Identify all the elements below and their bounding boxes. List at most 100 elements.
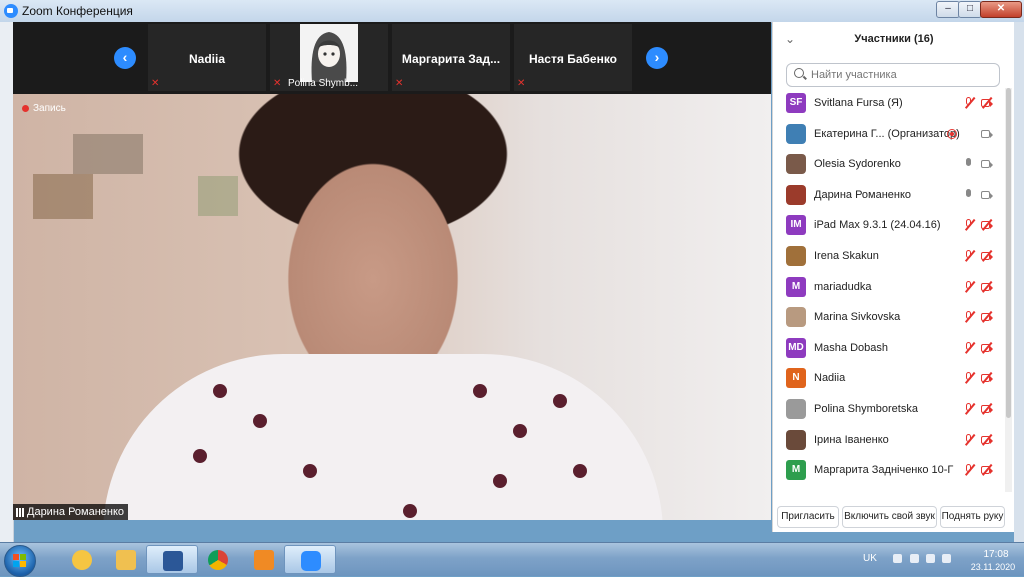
participant-row[interactable]: SF Svitlana Fursa (Я) [773, 88, 1005, 118]
video-off-icon[interactable] [981, 464, 994, 476]
muted-mic-icon[interactable] [964, 280, 976, 293]
participant-row[interactable]: Ірина Іваненко [773, 425, 1005, 455]
gallery-thumb[interactable]: Nadiia ✕ [148, 24, 266, 91]
close-button[interactable]: ✕ [980, 1, 1022, 18]
language-indicator[interactable]: UK [863, 553, 877, 564]
video-off-icon[interactable] [981, 433, 994, 446]
recording-indicator: Запись [22, 103, 66, 114]
muted-mic-icon[interactable] [964, 402, 976, 415]
recording-icon [947, 128, 957, 139]
invite-button[interactable]: Пригласить [777, 506, 839, 528]
taskbar-explorer[interactable] [100, 545, 152, 574]
gallery-thumb[interactable]: Настя Бабенко ✕ [514, 24, 632, 91]
eye-app-icon [72, 550, 92, 570]
participant-name: Marina Sivkovska [814, 311, 901, 324]
window-titlebar: Zoom Конференция – □ ✕ [0, 0, 1024, 23]
tray-volume-icon[interactable] [942, 554, 951, 563]
video-off-icon[interactable] [981, 96, 994, 109]
search-icon [794, 68, 804, 78]
participant-row[interactable]: M Маргарита Задніченко 10-Г [773, 455, 1005, 485]
muted-mic-icon[interactable] [964, 249, 976, 262]
participant-avatar [786, 184, 806, 205]
tray-network-icon[interactable] [910, 554, 919, 563]
video-icon[interactable] [981, 158, 994, 170]
participant-avatar [786, 154, 806, 175]
participant-avatar: IM [786, 215, 806, 236]
word-icon [163, 551, 183, 571]
tray-flag-icon[interactable] [926, 554, 935, 563]
muted-mic-icon: ✕ [395, 78, 404, 89]
start-button[interactable] [4, 545, 36, 577]
wall-picture [33, 174, 93, 219]
participant-search[interactable] [786, 63, 1000, 87]
person-shirt [103, 354, 663, 520]
participant-row[interactable]: Polina Shymboretska [773, 394, 1005, 424]
participant-name: Polina Shymboretska [814, 403, 918, 415]
participant-name: iPad Max 9.3.1 (24.04.16) [814, 219, 941, 232]
window-title: Zoom Конференция [22, 4, 133, 18]
video-off-icon[interactable] [981, 249, 994, 262]
tray-show-hidden-icon[interactable] [893, 554, 902, 563]
clock-date[interactable]: 23.11.2020 [968, 562, 1018, 572]
taskbar-media-player[interactable] [238, 545, 290, 574]
chrome-icon [208, 550, 228, 570]
muted-mic-icon[interactable] [964, 219, 976, 231]
participant-avatar [786, 399, 806, 419]
video-icon[interactable] [981, 189, 994, 201]
participant-avatar: MD [786, 337, 806, 358]
search-input[interactable] [809, 65, 998, 85]
participant-name: Masha Dobash [814, 341, 888, 354]
gallery-thumb[interactable]: Маргарита Зад... ✕ [392, 24, 510, 91]
gallery-strip: ‹ Nadiia ✕ ✕ Polina Shymb... Маргарита З… [13, 22, 771, 94]
maximize-button[interactable]: □ [958, 1, 982, 18]
participant-name: Дарина Романенко [814, 188, 912, 201]
mic-icon[interactable] [964, 188, 974, 201]
clock-time[interactable]: 17:08 [976, 549, 1016, 560]
muted-mic-icon[interactable] [964, 464, 976, 476]
muted-mic-icon[interactable] [964, 372, 976, 384]
participant-avatar [786, 123, 806, 144]
mic-icon[interactable] [964, 158, 974, 170]
participant-avatar [786, 307, 806, 328]
participant-avatar: N [786, 368, 806, 389]
muted-mic-icon[interactable] [964, 433, 976, 446]
participant-row[interactable]: Marina Sivkovska [773, 302, 1005, 332]
muted-mic-icon[interactable] [964, 341, 976, 354]
taskbar: UK 17:08 23.11.2020 [0, 542, 1024, 577]
participants-title: Участники (16) [854, 33, 934, 45]
participant-row[interactable]: Дарина Романенко [773, 180, 1005, 210]
participant-row[interactable]: IM iPad Max 9.3.1 (24.04.16) [773, 210, 1005, 240]
participant-row[interactable]: Olesia Sydorenko [773, 149, 1005, 179]
speaker-name-label: Дарина Романенко [13, 504, 129, 520]
gallery-thumb[interactable]: ✕ Polina Shymb... [270, 23, 388, 91]
participant-name: Nadiia [814, 372, 846, 385]
participant-row[interactable]: Mmariadudka [773, 272, 1005, 302]
raise-hand-button[interactable]: Поднять руку [940, 506, 1005, 528]
video-off-icon[interactable] [981, 280, 994, 293]
gallery-next-button[interactable]: › [646, 47, 668, 69]
participant-row[interactable]: Екатерина Г... (Организатор) [773, 119, 1005, 149]
video-off-icon[interactable] [981, 219, 994, 231]
taskbar-zoom[interactable] [284, 545, 336, 574]
video-off-icon[interactable] [981, 402, 994, 415]
participant-avatar [786, 429, 806, 450]
video-icon[interactable] [981, 128, 994, 140]
video-off-icon[interactable] [981, 341, 994, 354]
taskbar-word[interactable] [146, 545, 198, 574]
muted-mic-icon[interactable] [964, 96, 976, 109]
muted-mic-icon[interactable] [964, 311, 976, 323]
video-off-icon[interactable] [981, 311, 994, 323]
minimize-button[interactable]: – [936, 1, 960, 18]
thumb-name: Nadiia [188, 52, 225, 66]
taskbar-chrome[interactable] [192, 545, 244, 574]
participant-row[interactable]: N Nadiia [773, 363, 1005, 393]
video-off-icon[interactable] [981, 372, 994, 384]
participant-avatar [786, 246, 806, 266]
gallery-prev-button[interactable]: ‹ [114, 47, 136, 69]
participant-row[interactable]: Irena Skakun [773, 241, 1005, 271]
zoom-icon [301, 551, 321, 571]
participant-row[interactable]: MD Masha Dobash [773, 333, 1005, 363]
participants-scrollbar[interactable] [1005, 88, 1012, 492]
unmute-self-button[interactable]: Включить свой звук [842, 506, 937, 528]
profile-picture [300, 23, 358, 82]
